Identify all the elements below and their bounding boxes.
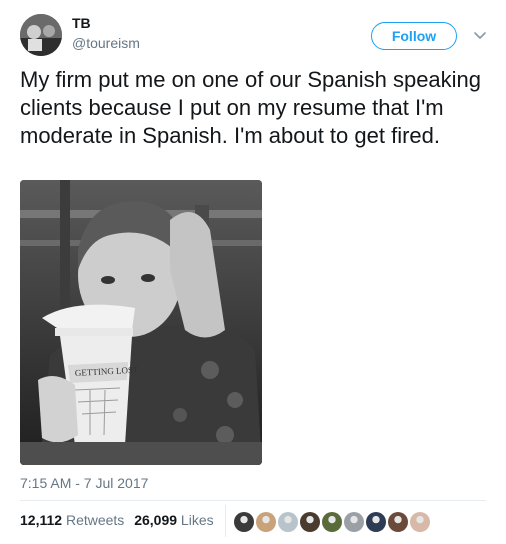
likes-stat[interactable]: 26,099 Likes — [134, 512, 213, 528]
liker-avatar[interactable] — [388, 512, 408, 532]
user-handle[interactable]: @toureism — [72, 35, 140, 51]
liker-avatar[interactable] — [278, 512, 298, 532]
display-name[interactable]: TB — [72, 15, 91, 31]
avatar-image — [20, 14, 62, 56]
liker-avatar[interactable] — [256, 512, 276, 532]
liker-avatar[interactable] — [344, 512, 364, 532]
liker-avatar[interactable] — [366, 512, 386, 532]
follow-button-label: Follow — [391, 28, 437, 44]
photo-image: GETTING LOST — [20, 180, 262, 465]
retweets-label: Retweets — [65, 512, 125, 528]
tweet-stats: 12,112 Retweets 26,099 Likes — [20, 512, 214, 528]
tweet-timestamp[interactable]: 7:15 AM - 7 Jul 2017 — [20, 475, 148, 491]
retweets-stat[interactable]: 12,112 Retweets — [20, 512, 124, 528]
follow-button[interactable]: Follow — [371, 22, 457, 50]
liker-avatar[interactable] — [300, 512, 320, 532]
liker-avatar[interactable] — [322, 512, 342, 532]
stats-separator — [225, 505, 226, 537]
chevron-down-icon[interactable] — [472, 27, 488, 43]
tweet-photo[interactable]: GETTING LOST — [20, 180, 262, 465]
liker-avatars — [234, 512, 432, 532]
user-avatar[interactable] — [20, 14, 62, 56]
liker-avatar[interactable] — [234, 512, 254, 532]
likes-count: 26,099 — [134, 512, 178, 528]
tweet-text: My firm put me on one of our Spanish spe… — [20, 67, 482, 148]
liker-avatar[interactable] — [410, 512, 430, 532]
retweets-count: 12,112 — [20, 512, 63, 528]
likes-label: Likes — [180, 512, 214, 528]
stats-divider — [20, 500, 486, 501]
